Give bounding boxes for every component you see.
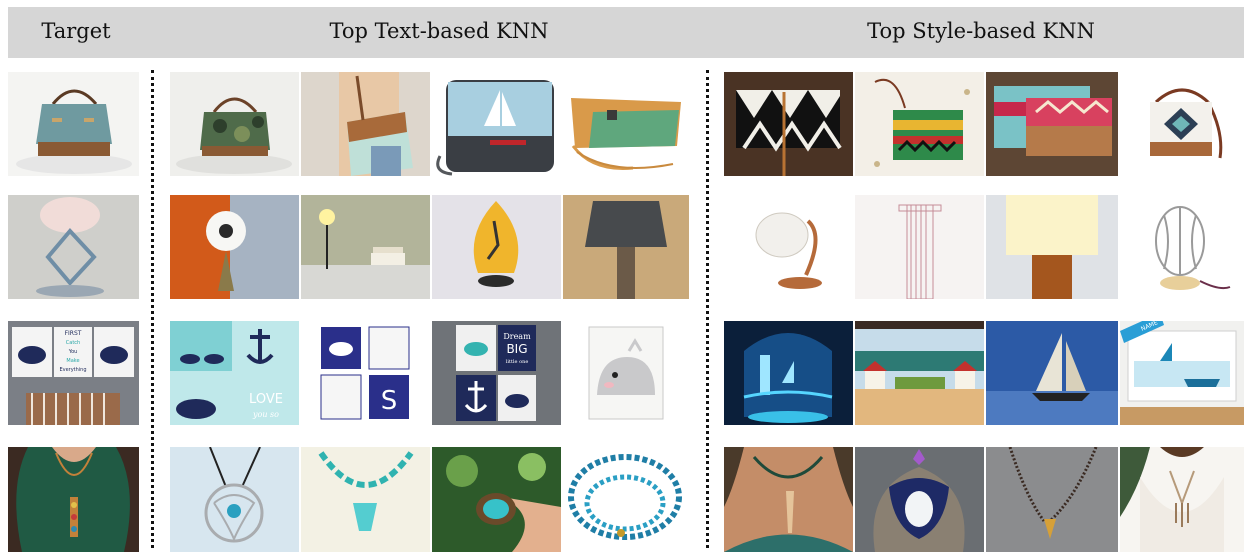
whale-prints-icon: FIRST Catch You Make Everything [8, 321, 139, 425]
nautical-prints-icon: LOVE you so [170, 321, 299, 425]
style-knn-necklace-1 [724, 447, 853, 552]
text-knn-bag-3 [432, 72, 561, 176]
text-knn-art-3: Dream BIG little one [432, 321, 561, 425]
bead-pendant-necklace-icon [986, 447, 1118, 552]
whale-print-grid-icon: S [301, 321, 430, 425]
embroidered-pendant-icon [855, 447, 984, 552]
print-dream-text: Dream [503, 332, 531, 341]
wood-table-lamp-icon [563, 195, 689, 299]
boat-print-icon: NAME [1120, 321, 1244, 425]
fringe-necklace-icon [1120, 447, 1244, 552]
target-image-lamp [8, 195, 139, 299]
text-knn-lamp-3 [432, 195, 561, 299]
target-image-nursery-art: FIRST Catch You Make Everything [8, 321, 139, 425]
feather-necklace-icon [724, 447, 853, 552]
text-knn-bag-4 [563, 72, 689, 176]
turquoise-necklace-icon [301, 447, 430, 552]
orange-clutch-icon [563, 72, 689, 176]
target-image-necklace [8, 447, 139, 552]
style-knn-art-4: NAME [1120, 321, 1244, 425]
style-knn-bag-4 [1120, 72, 1244, 176]
text-knn-lamp-1 [170, 195, 299, 299]
desk-lamp-icon [301, 195, 430, 299]
globe-lamp-icon [724, 195, 853, 299]
style-knn-lamp-2 [855, 195, 984, 299]
style-knn-necklace-2 [855, 447, 984, 552]
sailboat-messenger-bag-icon [432, 72, 561, 176]
flower-lamp-icon [170, 195, 299, 299]
dream-big-prints-icon: Dream BIG little one [432, 321, 561, 425]
print-love-text: LOVE [249, 392, 283, 407]
sailboat-painting-icon [986, 321, 1118, 425]
text-knn-necklace-4 [563, 447, 689, 552]
beaded-necklace-icon [8, 447, 139, 552]
tribal-print-clutch-icon [724, 72, 853, 176]
print-line: You [68, 349, 78, 355]
village-quilt-icon [855, 321, 984, 425]
aztec-pouches-icon [986, 72, 1118, 176]
teal-leather-bag-icon [8, 72, 139, 176]
target-separator [151, 70, 154, 548]
text-knn-necklace-1 [170, 447, 299, 552]
print-love-subtext: you so [252, 410, 279, 419]
text-knn-art-4 [563, 321, 689, 425]
style-knn-lamp-3 [986, 195, 1118, 299]
style-knn-necklace-3 [986, 447, 1118, 552]
style-knn-bag-2 [855, 72, 984, 176]
print-letter: S [381, 386, 398, 416]
style-knn-lamp-4 [1120, 195, 1244, 299]
target-heading: Target [41, 19, 111, 43]
style-knn-bag-1 [724, 72, 853, 176]
style-knn-lamp-1 [724, 195, 853, 299]
print-little-one-text: little one [506, 359, 529, 365]
text-knn-necklace-3 [432, 447, 561, 552]
text-knn-art-1: LOVE you so [170, 321, 299, 425]
print-line: FIRST [65, 330, 82, 337]
kente-pouch-icon [855, 72, 984, 176]
knn-separator [706, 70, 709, 548]
style-knn-bag-3 [986, 72, 1118, 176]
dancer-lamp-icon [432, 195, 561, 299]
text-knn-heading: Top Text-based KNN [329, 19, 549, 43]
camo-bag-icon [170, 72, 299, 176]
text-knn-lamp-2 [301, 195, 430, 299]
target-image-bag [8, 72, 139, 176]
style-knn-heading: Top Style-based KNN [867, 19, 1095, 43]
silver-pendant-icon [170, 447, 299, 552]
text-knn-necklace-2 [301, 447, 430, 552]
text-knn-art-2: S [301, 321, 430, 425]
print-line: Catch [66, 340, 80, 346]
style-knn-art-2 [855, 321, 984, 425]
lighthouse-led-icon [724, 321, 853, 425]
striped-lamp-icon [855, 195, 984, 299]
style-knn-art-1 [724, 321, 853, 425]
print-line: Make [66, 358, 79, 364]
whale-frame-icon [563, 321, 689, 425]
text-knn-bag-1 [170, 72, 299, 176]
wire-cage-lamp-icon [1120, 195, 1244, 299]
bead-necklace-icon [563, 447, 689, 552]
stone-ring-icon [432, 447, 561, 552]
print-big-text: BIG [506, 342, 527, 356]
print-line: Everything [59, 367, 86, 373]
style-knn-necklace-4 [1120, 447, 1244, 552]
header-bar: Target Top Text-based KNN Top Style-base… [8, 7, 1244, 58]
style-knn-art-3 [986, 321, 1118, 425]
retro-lamp-icon [8, 195, 139, 299]
cube-lamp-icon [986, 195, 1118, 299]
text-knn-bag-2 [301, 72, 430, 176]
shoulder-tote-icon [301, 72, 430, 176]
navajo-bag-icon [1120, 72, 1244, 176]
text-knn-lamp-4 [563, 195, 689, 299]
